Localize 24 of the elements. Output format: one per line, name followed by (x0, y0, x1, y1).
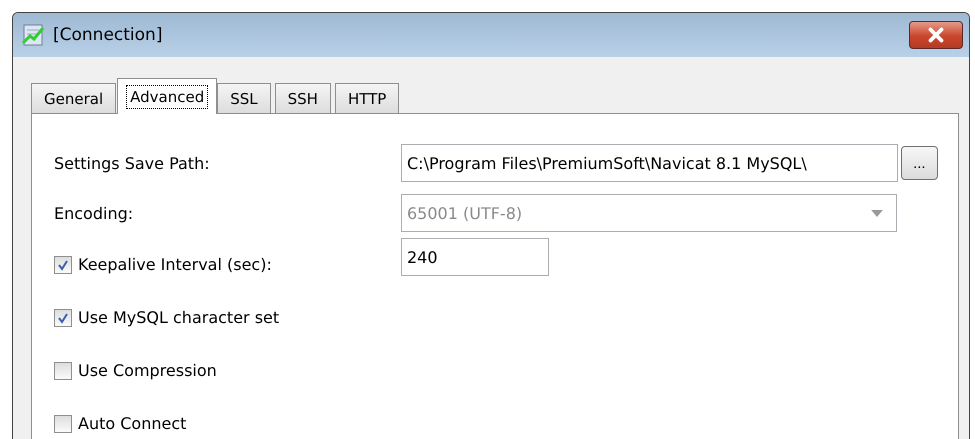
check-icon (57, 312, 69, 324)
input-field[interactable]: 240 (401, 238, 549, 276)
checkbox-label[interactable]: Use Compression (78, 361, 217, 380)
caret-icon (871, 210, 883, 216)
checkbox-label[interactable]: Keepalive Interval (sec): (78, 255, 272, 274)
field-label: Encoding: (54, 204, 134, 222)
tab[interactable]: General (31, 83, 116, 113)
checkbox[interactable] (54, 414, 72, 432)
checkbox[interactable] (54, 308, 72, 326)
checkbox-label[interactable]: Use MySQL character set (78, 308, 280, 327)
checkbox[interactable] (54, 362, 72, 380)
check-icon (57, 258, 69, 270)
tab[interactable]: HTTP (334, 83, 400, 113)
checkbox-label[interactable]: Auto Connect (78, 414, 186, 433)
close-button[interactable] (909, 21, 963, 49)
tab[interactable]: Advanced (117, 78, 218, 114)
input-field[interactable]: C:\Program Files\PremiumSoft\Navicat 8.1 MySQL\ (401, 144, 898, 182)
browse-button[interactable]: ... (900, 146, 938, 180)
field-label: Settings Save Path: (54, 154, 210, 172)
tab[interactable]: SSH (274, 83, 331, 113)
window-title: [Connection] (53, 25, 162, 45)
checkbox[interactable] (54, 256, 72, 274)
tab[interactable]: SSL (217, 83, 271, 113)
chart-icon (21, 23, 45, 47)
